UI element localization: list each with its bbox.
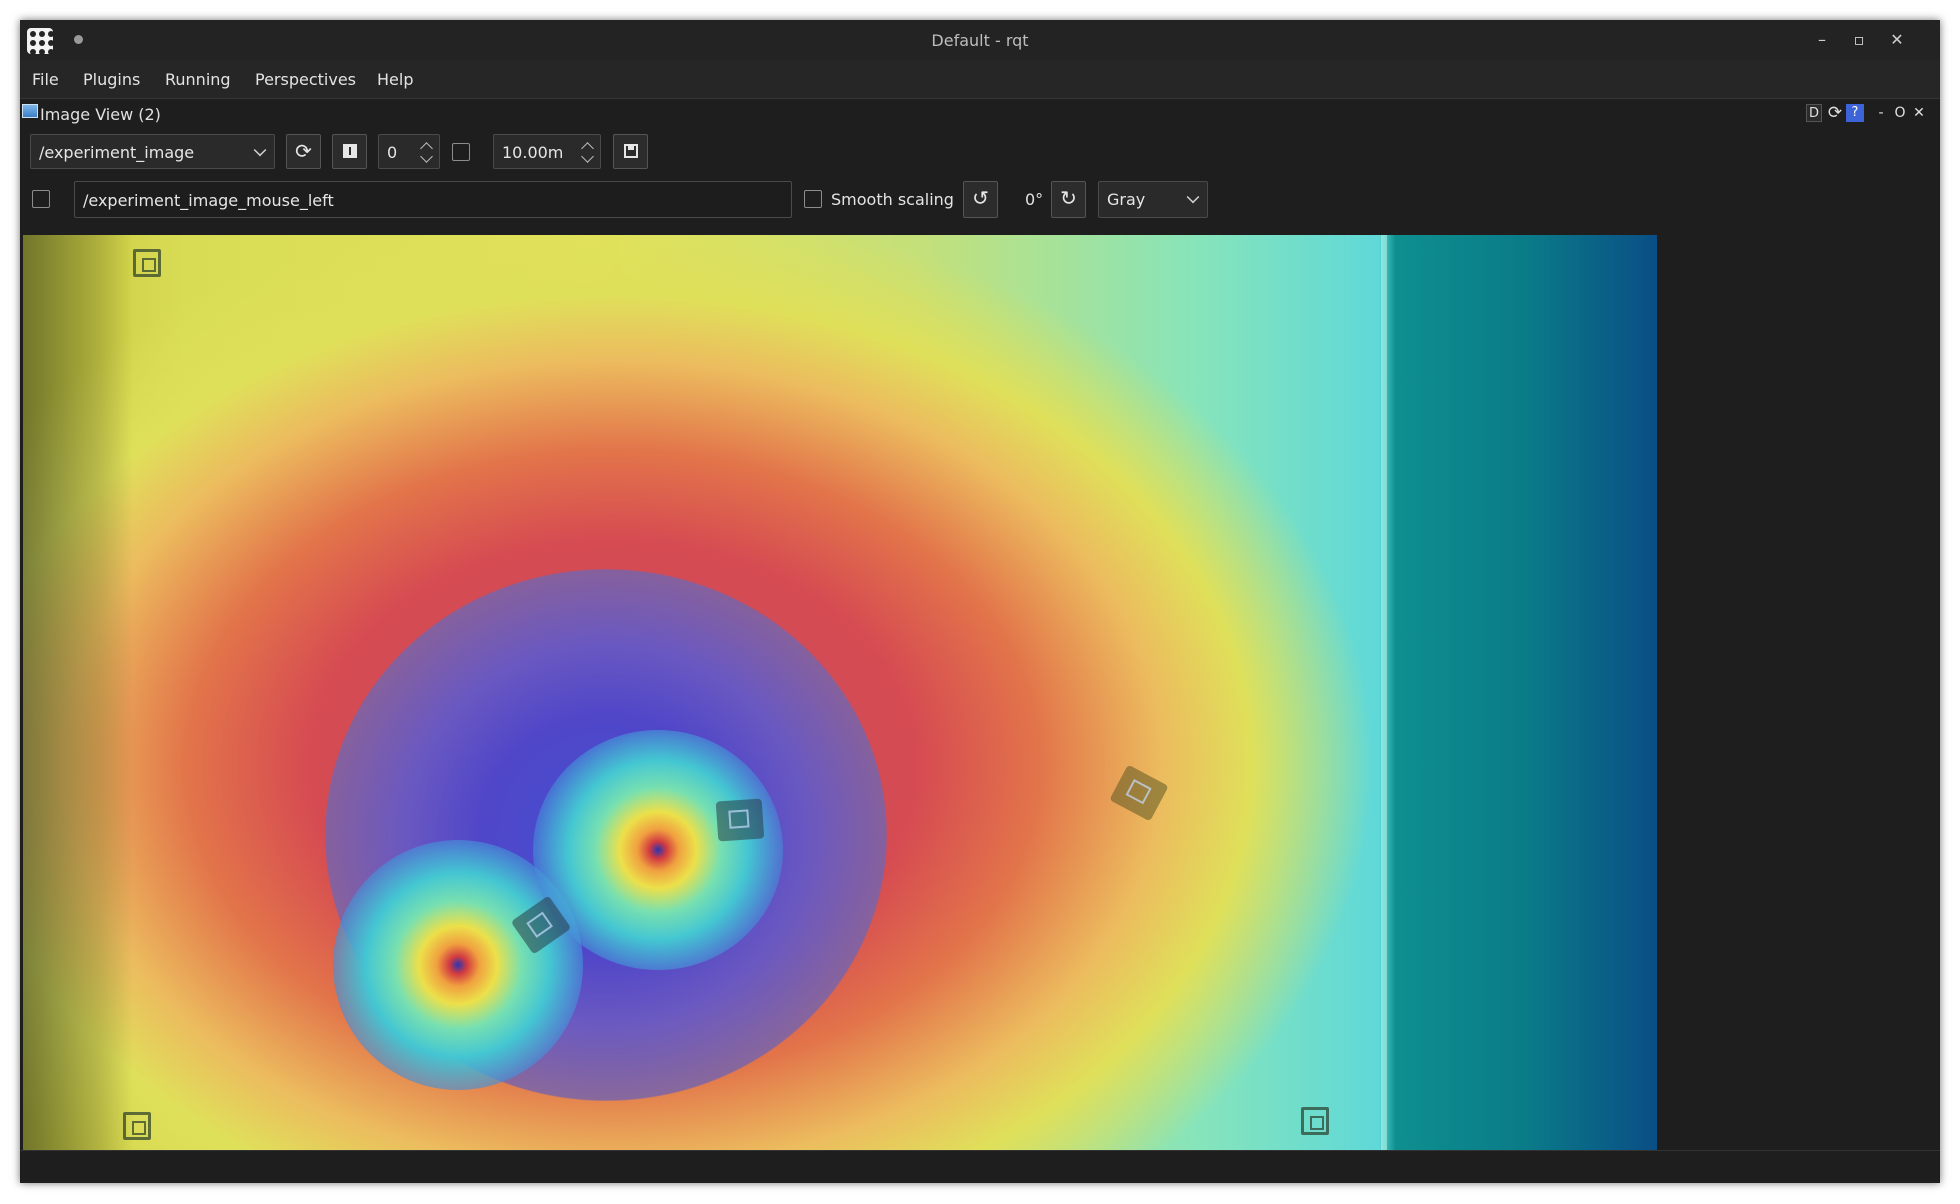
colormap-select[interactable]: Gray: [1098, 181, 1208, 218]
image-left-edge: [23, 235, 133, 1150]
dock-d-button[interactable]: D: [1806, 104, 1822, 122]
title-bar: Default - rqt – ▫ ✕: [20, 20, 1940, 60]
image-view-icon: [22, 104, 38, 118]
mouse-topic-value: /experiment_image_mouse_left: [83, 191, 334, 210]
dock-float-button[interactable]: O: [1892, 104, 1908, 122]
aruco-marker: [123, 1112, 151, 1140]
rotate-right-button[interactable]: ↻: [1051, 181, 1086, 218]
save-icon: [623, 144, 638, 158]
duration-value: 10.00m: [502, 143, 564, 162]
minimize-window-button[interactable]: –: [1810, 28, 1834, 52]
menu-file[interactable]: File: [32, 70, 59, 89]
pause-icon: [342, 144, 357, 158]
chevron-down-icon: [253, 143, 267, 157]
publish-mouse-checkbox[interactable]: [32, 190, 50, 208]
menu-perspectives[interactable]: Perspectives: [255, 70, 356, 89]
rotation-value: 0°: [1025, 190, 1044, 209]
image-viewport[interactable]: [23, 235, 1657, 1150]
frame-number-spinbox[interactable]: 0: [378, 134, 440, 169]
topic-select-value: /experiment_image: [39, 143, 195, 162]
duration-spinbox[interactable]: 10.00m: [493, 134, 601, 169]
rqt-window: Default - rqt – ▫ ✕ File Plugins Running…: [20, 20, 1940, 1183]
heatmap-hotspot: [533, 730, 783, 970]
dock-title: Image View (2): [40, 105, 161, 124]
menu-bar: File Plugins Running Perspectives Help: [20, 60, 1940, 99]
dock-close-button[interactable]: ✕: [1911, 104, 1927, 122]
menu-help[interactable]: Help: [377, 70, 413, 89]
spin-down-icon[interactable]: [581, 150, 594, 163]
colormap-value: Gray: [1107, 190, 1146, 209]
menu-running[interactable]: Running: [165, 70, 231, 89]
pause-button[interactable]: [332, 134, 367, 169]
dock-minimize-button[interactable]: -: [1874, 104, 1888, 122]
robot: [1109, 764, 1169, 822]
dock-reload-icon[interactable]: ⟳: [1826, 104, 1844, 122]
rotate-right-icon: ↻: [1060, 186, 1077, 210]
duration-checkbox[interactable]: [452, 143, 470, 161]
status-bar: [20, 1150, 1940, 1183]
maximize-window-button[interactable]: ▫: [1847, 28, 1871, 52]
topic-select[interactable]: /experiment_image: [30, 134, 275, 169]
rotate-left-icon: ↺: [972, 186, 989, 210]
refresh-icon: ⟳: [295, 139, 312, 163]
menu-plugins[interactable]: Plugins: [83, 70, 140, 89]
spin-down-icon[interactable]: [420, 150, 433, 163]
rotate-left-button[interactable]: ↺: [963, 181, 998, 218]
frame-number-value: 0: [387, 143, 398, 162]
chevron-down-icon: [1186, 190, 1200, 204]
image-wall-line: [1381, 235, 1387, 1150]
robot: [715, 798, 765, 842]
mouse-topic-input[interactable]: /experiment_image_mouse_left: [74, 181, 792, 218]
dock-title-bar[interactable]: Image View (2) D ⟳ ? - O ✕: [20, 99, 1940, 129]
aruco-marker: [1301, 1107, 1329, 1135]
smooth-scaling-label: Smooth scaling: [831, 190, 954, 209]
close-window-button[interactable]: ✕: [1885, 28, 1909, 52]
refresh-topics-button[interactable]: ⟳: [286, 134, 321, 169]
aruco-marker: [133, 249, 161, 277]
dock-help-button[interactable]: ?: [1846, 104, 1864, 122]
window-title: Default - rqt: [931, 31, 1029, 50]
save-image-button[interactable]: [613, 134, 648, 169]
smooth-scaling-checkbox[interactable]: [804, 190, 822, 208]
